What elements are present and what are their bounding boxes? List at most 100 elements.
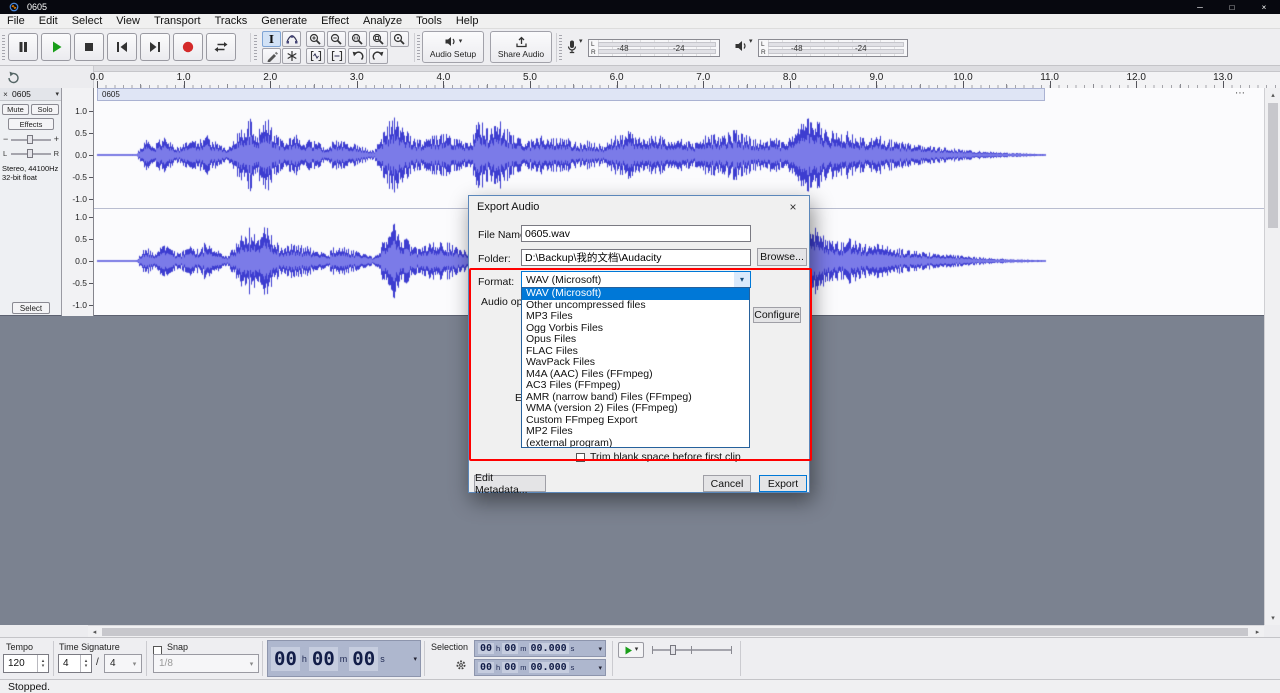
- selection-options-button[interactable]: [455, 659, 467, 671]
- select-button[interactable]: Select: [12, 302, 50, 314]
- menu-transport[interactable]: Transport: [147, 14, 208, 29]
- spin-down-icon[interactable]: ▾: [85, 663, 88, 669]
- track-name[interactable]: 0605: [11, 89, 55, 99]
- vertical-scrollbar[interactable]: ▴ ▾: [1264, 88, 1280, 625]
- skip-to-end-button[interactable]: [140, 33, 170, 61]
- menu-file[interactable]: File: [0, 14, 32, 29]
- format-option[interactable]: MP2 Files: [522, 425, 749, 438]
- loop-button[interactable]: [206, 33, 236, 61]
- format-option[interactable]: MP3 Files: [522, 310, 749, 323]
- menu-tracks[interactable]: Tracks: [208, 14, 255, 29]
- lcd-digits[interactable]: 00: [478, 643, 495, 654]
- menu-generate[interactable]: Generate: [254, 14, 314, 29]
- lcd-digits[interactable]: 00: [349, 646, 379, 671]
- effects-button[interactable]: Effects: [8, 118, 54, 130]
- track-menu-icon[interactable]: ▾: [55, 90, 59, 98]
- overflow-dots-icon[interactable]: ⋯: [1235, 88, 1246, 99]
- lcd-digits[interactable]: 00: [502, 662, 519, 673]
- scroll-up-icon[interactable]: ▴: [1265, 88, 1280, 102]
- vertical-scroll-thumb[interactable]: [1268, 103, 1278, 228]
- tempo-spinner[interactable]: 120 ▴ ▾: [3, 654, 49, 673]
- format-option[interactable]: WMA (version 2) Files (FFmpeg): [522, 402, 749, 415]
- scroll-down-icon[interactable]: ▾: [1265, 611, 1280, 625]
- spin-down-icon[interactable]: ▾: [42, 663, 45, 669]
- menu-select[interactable]: Select: [65, 14, 110, 29]
- export-button[interactable]: Export: [759, 475, 807, 492]
- play-at-speed-button[interactable]: ▾: [618, 642, 644, 658]
- zoom-out-button[interactable]: [327, 31, 346, 47]
- lcd-digits[interactable]: 00.000: [528, 662, 569, 673]
- pan-slider[interactable]: L R: [0, 148, 62, 159]
- cancel-button[interactable]: Cancel: [703, 475, 751, 492]
- timesig-upper-spinner[interactable]: 4 ▴ ▾: [58, 654, 92, 673]
- format-option[interactable]: AC3 Files (FFmpeg): [522, 379, 749, 392]
- timeline-ruler-scale[interactable]: 0.0 1.0 2.0 3.0 4.0 5.0 6.0 7.0 8.0 9.0 10.0 11.0 12…: [90, 66, 1280, 88]
- minimize-button[interactable]: ─: [1184, 0, 1216, 14]
- menu-help[interactable]: Help: [449, 14, 486, 29]
- pan-slider-thumb[interactable]: [27, 149, 33, 158]
- undo-button[interactable]: [348, 48, 367, 64]
- menu-tools[interactable]: Tools: [409, 14, 449, 29]
- record-meter-controls[interactable]: ▾: [564, 38, 583, 55]
- lcd-digits[interactable]: 00: [502, 643, 519, 654]
- dialog-close-button[interactable]: ×: [777, 196, 809, 218]
- mute-button[interactable]: Mute: [2, 104, 29, 115]
- multi-tool-button[interactable]: [282, 48, 301, 64]
- audio-setup-button[interactable]: ▾ Audio Setup: [422, 31, 484, 63]
- configure-button[interactable]: Configure: [753, 307, 801, 323]
- lcd-digits[interactable]: 00: [308, 646, 338, 671]
- menu-analyze[interactable]: Analyze: [356, 14, 409, 29]
- clip-header[interactable]: 0605: [97, 88, 1045, 101]
- play-button[interactable]: [41, 33, 71, 61]
- selection-start-display[interactable]: 00 h 00 m 00.000 s ▾: [474, 640, 606, 657]
- fit-selection-button[interactable]: [348, 31, 367, 47]
- lcd-digits[interactable]: 00: [478, 662, 495, 673]
- timesig-lower-combo[interactable]: 4 ▾: [104, 654, 142, 673]
- speed-sl2ider-thumb[interactable]: [670, 645, 676, 655]
- redo-button[interactable]: [369, 48, 388, 64]
- snap-combo[interactable]: 1/8 ▾: [153, 654, 259, 673]
- playback-meter-controls[interactable]: ▾: [734, 38, 753, 54]
- format-option[interactable]: WAV (Microsoft): [522, 288, 749, 300]
- solo-button[interactable]: Solo: [31, 104, 59, 115]
- envelope-tool-button[interactable]: [282, 31, 301, 47]
- edit-metadata-button[interactable]: Edit Metadata...: [474, 472, 546, 496]
- toolbar-grip[interactable]: [254, 35, 257, 60]
- chevron-down-icon[interactable]: ▾: [598, 645, 602, 653]
- gain-slider[interactable]: − +: [0, 134, 62, 145]
- menu-view[interactable]: View: [109, 14, 147, 29]
- close-button[interactable]: ×: [1248, 0, 1280, 14]
- vertical-ruler[interactable]: 1.0 0.5 0.0 -0.5 -1.0 1.0 0.5 0.0 -0.5 -1.0: [62, 88, 94, 316]
- horizontal-scroll-thumb[interactable]: [102, 628, 1248, 636]
- format-combobox[interactable]: WAV (Microsoft) ▾: [521, 271, 751, 288]
- horizontal-scrollbar[interactable]: ◂ ▸: [88, 625, 1264, 637]
- format-dropdown-list[interactable]: WAV (Microsoft) Other uncompressed files M…: [521, 287, 750, 448]
- timeline-ruler[interactable]: 0.0 1.0 2.0 3.0 4.0 5.0 6.0 7.0 8.0 9.0 10.0 11.0 12…: [0, 66, 1280, 88]
- browse-button[interactable]: Browse...: [757, 248, 807, 266]
- format-option[interactable]: WavPack Files: [522, 356, 749, 369]
- draw-tool-button[interactable]: [262, 48, 281, 64]
- record-button[interactable]: [173, 33, 203, 61]
- playback-meter[interactable]: L R -48 -24: [758, 39, 908, 57]
- selection-tool-button[interactable]: I: [262, 31, 281, 47]
- pause-button[interactable]: [8, 33, 38, 61]
- stop-button[interactable]: [74, 33, 104, 61]
- waveform-channel-left[interactable]: [94, 103, 1264, 207]
- toolbar-grip[interactable]: [559, 35, 562, 60]
- maximize-button[interactable]: □: [1216, 0, 1248, 14]
- gain-slider-thumb[interactable]: [27, 135, 33, 144]
- zoom-toggle-button[interactable]: [390, 31, 409, 47]
- folder-input[interactable]: [521, 249, 751, 266]
- toolbar-grip[interactable]: [2, 35, 5, 60]
- time-display[interactable]: 00 h 00 m 00 s ▾: [267, 640, 421, 677]
- playback-speed-slider[interactable]: [652, 644, 732, 656]
- chevron-down-icon[interactable]: ▾: [413, 655, 417, 663]
- skip-to-start-button[interactable]: [107, 33, 137, 61]
- toolbar-grip[interactable]: [417, 35, 420, 60]
- lcd-digits[interactable]: 00: [271, 646, 300, 671]
- silence-audio-button[interactable]: [327, 48, 346, 64]
- trim-checkbox-row[interactable]: Trim blank space before first clip: [576, 451, 741, 463]
- recording-meter[interactable]: L R -48 -24: [588, 39, 720, 57]
- format-option[interactable]: Opus Files: [522, 333, 749, 346]
- dialog-titlebar[interactable]: Export Audio: [469, 196, 809, 218]
